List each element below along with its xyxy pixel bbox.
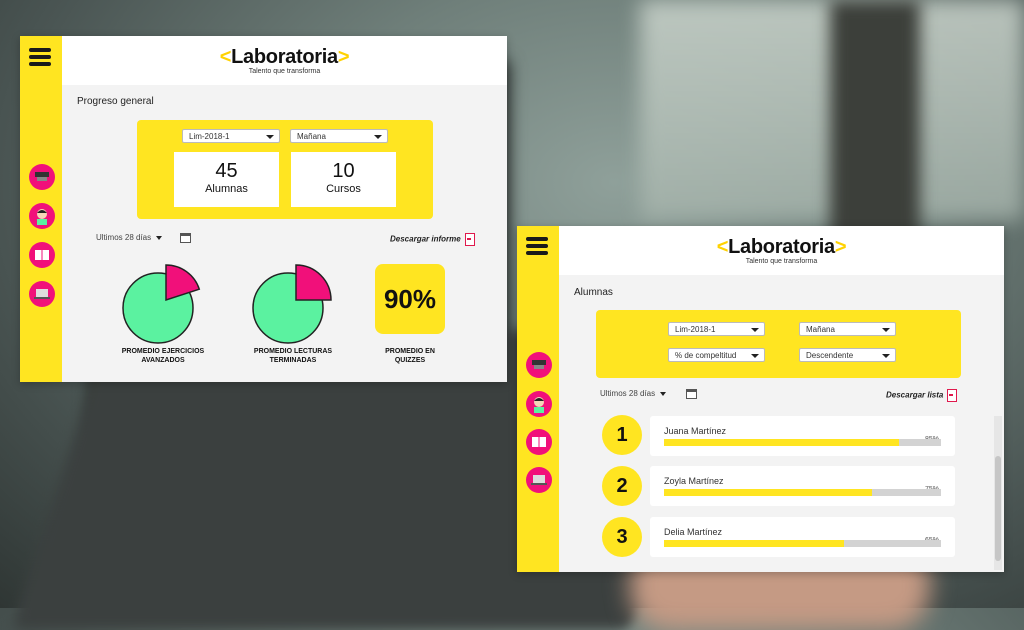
app-header: <Laboratoria> Talento que transforma xyxy=(559,226,1004,275)
shift-select[interactable]: Mañana xyxy=(799,322,896,336)
students-count: 45 xyxy=(215,160,238,182)
student-row[interactable]: Delia Martínez 65% xyxy=(650,517,955,557)
progress-track xyxy=(664,439,941,446)
date-range-select[interactable]: Ultimos 28 días xyxy=(96,233,163,242)
hamburger-menu-button[interactable] xyxy=(526,237,548,255)
student-avatar-icon[interactable] xyxy=(526,391,552,417)
chevron-down-icon xyxy=(156,235,163,240)
readings-pie-slice xyxy=(295,264,332,301)
cohort-select[interactable]: Lim-2018-1 xyxy=(668,322,765,336)
students-count-card: 45 Alumnas xyxy=(174,152,279,207)
student-name: Zoyla Martínez xyxy=(664,476,724,486)
laboratoria-logo[interactable]: <Laboratoria> xyxy=(62,46,507,69)
courses-count: 10 xyxy=(332,160,355,182)
download-list-link[interactable]: Descargar lista xyxy=(886,389,958,402)
student-name: Juana Martínez xyxy=(664,426,727,436)
students-window: <Laboratoria> Talento que transforma Alu… xyxy=(517,226,1004,572)
logo-tagline: Talento que transforma xyxy=(745,258,818,265)
exercises-pie-slice xyxy=(165,264,201,302)
courses-count-label: Cursos xyxy=(326,183,361,195)
page-title: Alumnas xyxy=(574,287,613,298)
progress-track xyxy=(664,540,941,547)
cohort-cap-icon[interactable] xyxy=(526,352,552,378)
exercises-pie-chart xyxy=(122,264,201,344)
quizzes-metric-label: PROMEDIO EN QUIZZES xyxy=(385,348,435,364)
list-scrollbar[interactable] xyxy=(994,416,1002,570)
computer-icon[interactable] xyxy=(29,281,55,307)
calendar-icon[interactable] xyxy=(180,233,191,243)
student-avatar-icon[interactable] xyxy=(29,203,55,229)
hamburger-menu-button[interactable] xyxy=(29,48,51,66)
download-report-link[interactable]: Descargar informe xyxy=(390,233,475,246)
side-rail xyxy=(20,36,62,382)
readings-pie-chart xyxy=(252,264,332,344)
progress-fill xyxy=(664,540,845,547)
students-count-label: Alumnas xyxy=(205,183,248,195)
shift-select[interactable]: Mañana xyxy=(290,129,388,143)
courses-count-card: 10 Cursos xyxy=(291,152,396,207)
sort-order-select[interactable]: Descendente xyxy=(799,348,896,362)
course-book-icon[interactable] xyxy=(526,429,552,455)
page-title: Progreso general xyxy=(77,96,154,107)
calendar-icon[interactable] xyxy=(686,389,697,399)
readings-metric-label: PROMEDIO LECTURAS TERMINADAS xyxy=(253,348,333,364)
chevron-down-icon xyxy=(882,354,890,358)
student-name: Delia Martínez xyxy=(664,527,723,537)
computer-icon[interactable] xyxy=(526,467,552,493)
logo-tagline: Talento que transforma xyxy=(248,68,321,75)
laboratoria-logo[interactable]: <Laboratoria> xyxy=(559,236,1004,259)
rank-badge: 1 xyxy=(602,415,642,455)
pdf-icon xyxy=(947,389,958,402)
rank-badge: 3 xyxy=(602,517,642,557)
chevron-down-icon xyxy=(266,135,274,139)
sort-by-select[interactable]: % de compeltitud xyxy=(668,348,765,362)
dashboard-window: <Laboratoria> Talento que transforma Pro… xyxy=(20,36,507,382)
scrollbar-thumb[interactable] xyxy=(995,456,1001,561)
filter-panel: Lim-2018-1 Mañana % de compeltitud Desce… xyxy=(596,310,961,378)
chevron-down-icon xyxy=(374,135,382,139)
quizzes-average-box: 90% xyxy=(375,264,445,334)
quizzes-average-value: 90% xyxy=(383,284,437,314)
progress-fill xyxy=(664,489,872,496)
chevron-down-icon xyxy=(751,354,759,358)
course-book-icon[interactable] xyxy=(29,242,55,268)
cohort-cap-icon[interactable] xyxy=(29,164,55,190)
chevron-down-icon xyxy=(660,391,667,396)
app-header: <Laboratoria> Talento que transforma xyxy=(62,36,507,85)
progress-fill xyxy=(664,439,900,446)
side-rail xyxy=(517,226,559,572)
pdf-icon xyxy=(464,233,475,246)
date-range-select[interactable]: Ultimos 28 días xyxy=(600,389,667,398)
filter-panel: Lim-2018-1 Mañana 45 Alumnas 10 Cursos xyxy=(137,120,433,219)
chevron-down-icon xyxy=(751,328,759,332)
background-window-frame xyxy=(830,0,920,260)
rank-badge: 2 xyxy=(602,466,642,506)
exercises-metric-label: PROMEDIO EJERCICIOS AVANZADOS xyxy=(121,348,205,364)
cohort-select[interactable]: Lim-2018-1 xyxy=(182,129,280,143)
student-row[interactable]: Juana Martínez 85% xyxy=(650,416,955,456)
student-row[interactable]: Zoyla Martínez 75% xyxy=(650,466,955,506)
progress-track xyxy=(664,489,941,496)
chevron-down-icon xyxy=(882,328,890,332)
